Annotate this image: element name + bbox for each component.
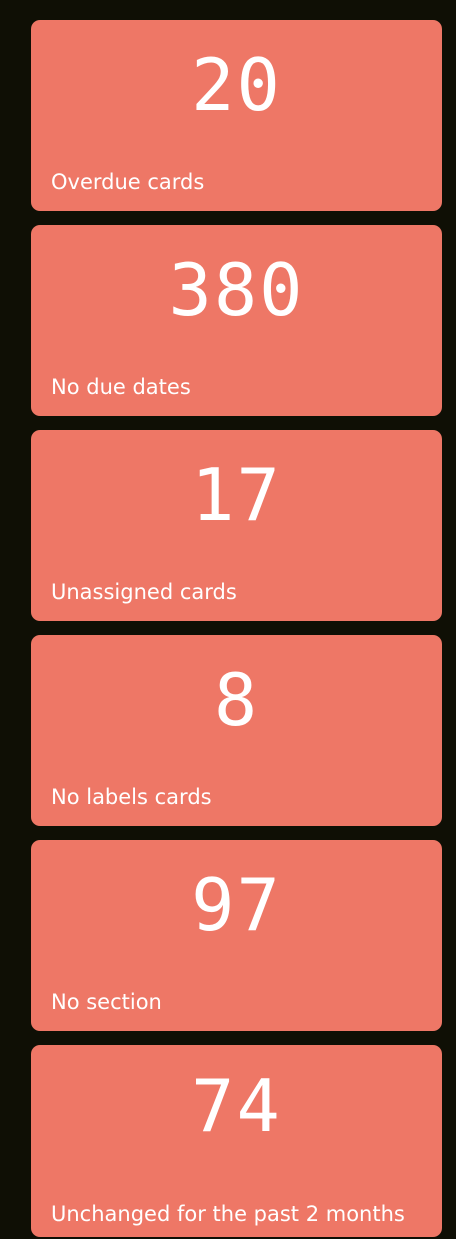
metric-label: Unassigned cards (51, 580, 237, 604)
metric-label: Unchanged for the past 2 months (51, 1202, 405, 1226)
metric-value: 20 (191, 43, 282, 127)
metric-value: 74 (191, 1064, 282, 1148)
no-section-card[interactable]: 97 No section (31, 840, 442, 1031)
metric-label: Overdue cards (51, 170, 205, 194)
no-labels-cards-card[interactable]: 8 No labels cards (31, 635, 442, 826)
metric-card-list: 20 Overdue cards 380 No due dates 17 Una… (31, 20, 442, 1237)
metric-value: 17 (191, 453, 282, 537)
metric-value: 380 (168, 248, 305, 332)
unassigned-cards-card[interactable]: 17 Unassigned cards (31, 430, 442, 621)
unchanged-cards-card[interactable]: 74 Unchanged for the past 2 months (31, 1045, 442, 1237)
metric-value: 8 (213, 658, 260, 742)
metric-value: 97 (191, 863, 282, 947)
metric-label: No labels cards (51, 785, 212, 809)
metric-label: No due dates (51, 375, 191, 399)
metric-label: No section (51, 990, 162, 1014)
no-due-dates-card[interactable]: 380 No due dates (31, 225, 442, 416)
overdue-cards-card[interactable]: 20 Overdue cards (31, 20, 442, 211)
